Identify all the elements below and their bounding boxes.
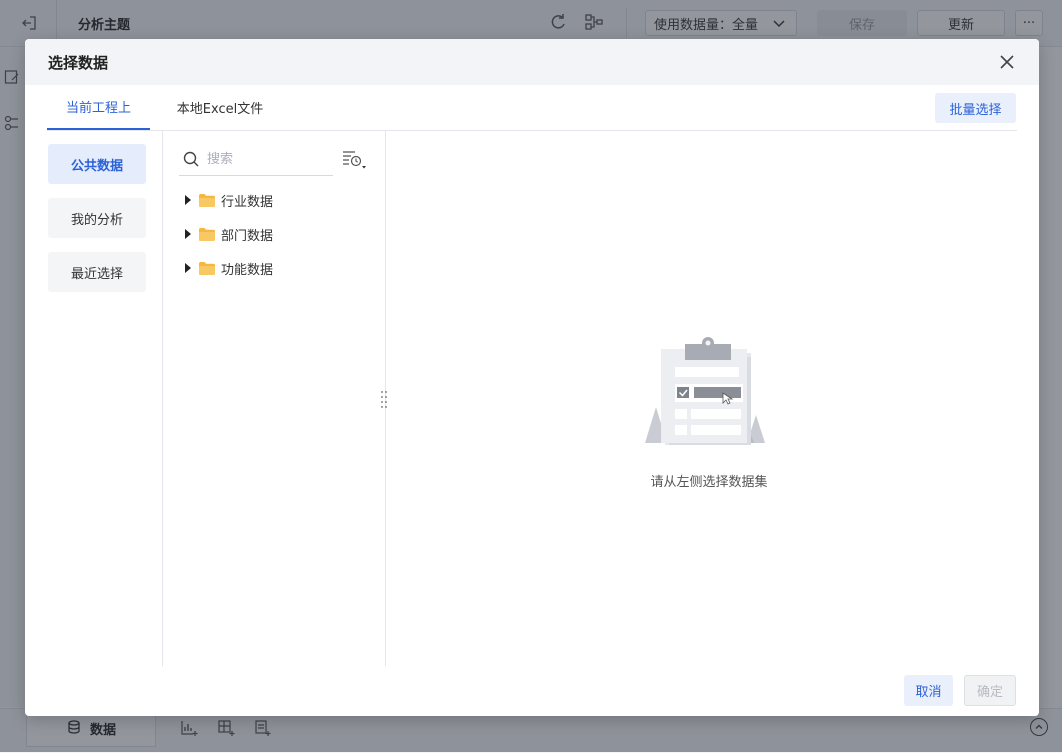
search-box	[179, 143, 333, 176]
tree-node[interactable]: 部门数据	[183, 222, 273, 246]
empty-clipboard-illustration	[639, 337, 773, 455]
dataset-preview-area: 请从左侧选择数据集	[387, 131, 1017, 666]
category-my-analysis[interactable]: 我的分析	[48, 198, 146, 238]
select-data-dialog: 选择数据 当前工程上 本地Excel文件 批量选择 公共数据 我的分析 最近选择	[25, 39, 1039, 716]
dataset-tree-panel: 行业数据 部门数据 功能数据	[163, 131, 386, 666]
confirm-button[interactable]: 确定	[964, 675, 1016, 706]
folder-icon	[199, 261, 215, 275]
caret-right-icon[interactable]	[183, 229, 193, 239]
sort-history-icon[interactable]	[341, 149, 371, 171]
search-input[interactable]	[207, 148, 327, 170]
dialog-header: 选择数据	[25, 39, 1039, 85]
close-icon[interactable]	[997, 52, 1017, 72]
caret-right-icon[interactable]	[183, 195, 193, 205]
batch-select-button[interactable]: 批量选择	[935, 93, 1016, 123]
tab-local-excel[interactable]: 本地Excel文件	[165, 85, 275, 129]
folder-icon	[199, 227, 215, 241]
tab-current-project[interactable]: 当前工程上	[47, 85, 150, 130]
search-icon	[183, 151, 199, 167]
folder-icon	[199, 193, 215, 207]
category-recent[interactable]: 最近选择	[48, 252, 146, 292]
dialog-title: 选择数据	[48, 54, 109, 72]
tree-node[interactable]: 功能数据	[183, 256, 273, 280]
dialog-tabs: 当前工程上 本地Excel文件	[47, 85, 1017, 131]
empty-state-message: 请从左侧选择数据集	[650, 475, 768, 490]
category-list: 公共数据 我的分析 最近选择	[47, 131, 163, 666]
cancel-button[interactable]: 取消	[904, 675, 953, 706]
category-public-data[interactable]: 公共数据	[48, 144, 146, 184]
caret-right-icon[interactable]	[183, 263, 193, 273]
tree-node[interactable]: 行业数据	[183, 188, 273, 212]
tree-node-label: 行业数据	[221, 194, 274, 210]
tree-node-label: 部门数据	[221, 228, 274, 244]
tree-node-label: 功能数据	[221, 262, 274, 278]
